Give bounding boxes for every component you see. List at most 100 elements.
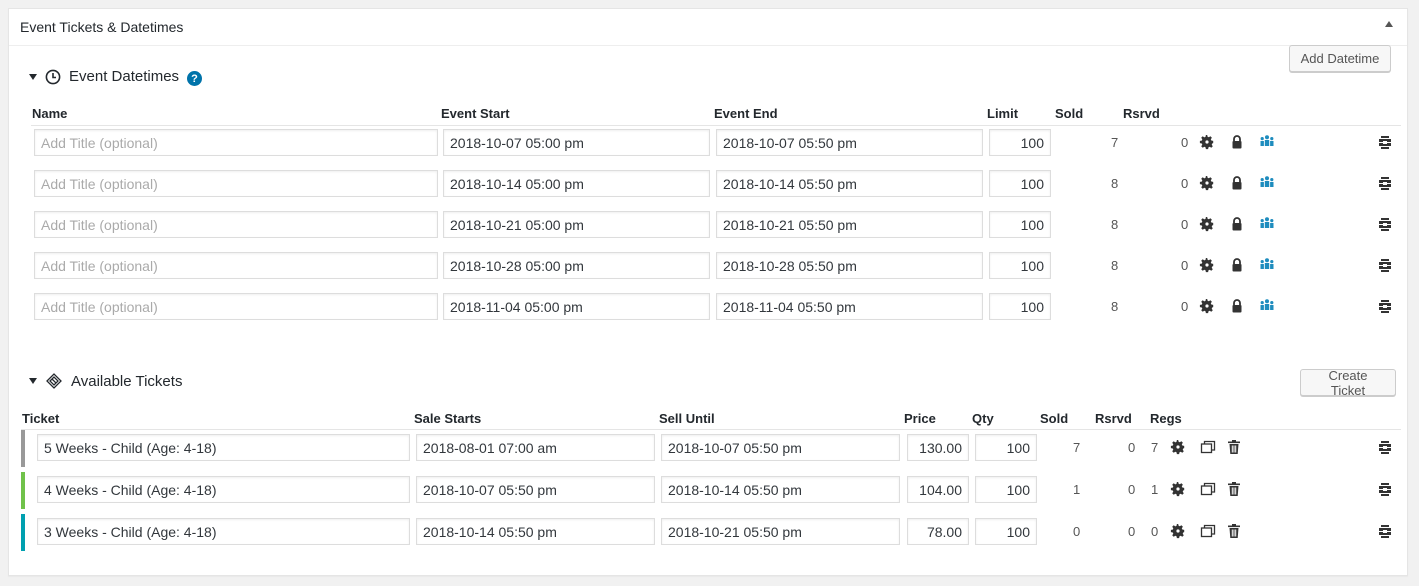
event-end-input[interactable] xyxy=(716,170,983,197)
reserved-count: 0 xyxy=(1181,176,1189,191)
datetimes-collapse-icon[interactable] xyxy=(29,73,37,80)
ticket-name-input[interactable] xyxy=(37,434,410,461)
event-start-input[interactable] xyxy=(443,252,710,279)
registrants-icon[interactable] xyxy=(1259,216,1275,232)
qty-input[interactable] xyxy=(975,476,1037,503)
event-start-input[interactable] xyxy=(443,170,710,197)
col-name: Name xyxy=(32,106,68,121)
drag-handle-icon[interactable] xyxy=(1377,298,1393,314)
gear-icon-svg xyxy=(1170,524,1185,539)
sell-until-input[interactable] xyxy=(661,434,900,461)
datetime-title-input[interactable] xyxy=(34,293,438,320)
event-end-input[interactable] xyxy=(716,211,983,238)
metabox-header[interactable]: Event Tickets & Datetimes xyxy=(9,9,1407,46)
reserved-count: 0 xyxy=(1181,217,1189,232)
datetimes-section-header: Event Datetimes ? xyxy=(29,67,203,86)
ticket-sold-count: 0 xyxy=(1073,524,1081,539)
gear-icon-svg xyxy=(1199,258,1214,273)
lock-icon-svg xyxy=(1232,176,1242,190)
sold-count: 8 xyxy=(1111,299,1119,314)
reserved-count: 0 xyxy=(1181,135,1189,150)
gear-icon[interactable] xyxy=(1199,298,1215,314)
registrants-icon[interactable] xyxy=(1259,257,1275,273)
lock-icon[interactable] xyxy=(1229,216,1245,232)
limit-input[interactable] xyxy=(989,129,1051,156)
lock-icon[interactable] xyxy=(1229,298,1245,314)
lock-icon[interactable] xyxy=(1229,175,1245,191)
limit-input[interactable] xyxy=(989,293,1051,320)
col-sold: Sold xyxy=(1055,106,1084,121)
datetimes-section-title: Event Datetimes xyxy=(69,68,180,85)
reserved-count: 0 xyxy=(1181,258,1189,273)
drag-handle-icon[interactable] xyxy=(1377,481,1393,497)
datetime-title-input[interactable] xyxy=(34,170,438,197)
gear-icon[interactable] xyxy=(1199,134,1215,150)
trash-icon[interactable] xyxy=(1226,481,1242,497)
lock-icon[interactable] xyxy=(1229,257,1245,273)
qty-input[interactable] xyxy=(975,434,1037,461)
sell-until-input[interactable] xyxy=(661,476,900,503)
sale-starts-input[interactable] xyxy=(416,434,655,461)
copy-icon[interactable] xyxy=(1200,523,1216,539)
drag-handle-icon[interactable] xyxy=(1377,216,1393,232)
datetime-title-input[interactable] xyxy=(34,129,438,156)
sale-starts-input[interactable] xyxy=(416,518,655,545)
limit-input[interactable] xyxy=(989,170,1051,197)
registrants-icon-svg xyxy=(1260,258,1274,269)
tickets-icon xyxy=(45,372,63,390)
price-input[interactable] xyxy=(907,476,969,503)
trash-icon-svg xyxy=(1228,524,1240,538)
registrants-icon[interactable] xyxy=(1259,298,1275,314)
help-icon[interactable]: ? xyxy=(187,71,203,86)
collapse-toggle-icon[interactable] xyxy=(1385,21,1393,27)
add-datetime-button[interactable]: Add Datetime xyxy=(1289,45,1391,72)
event-end-input[interactable] xyxy=(716,252,983,279)
copy-icon-svg xyxy=(1200,440,1216,454)
gear-icon[interactable] xyxy=(1170,439,1186,455)
gear-icon[interactable] xyxy=(1199,175,1215,191)
qty-input[interactable] xyxy=(975,518,1037,545)
datetime-title-input[interactable] xyxy=(34,211,438,238)
drag-handle-icon[interactable] xyxy=(1377,134,1393,150)
copy-icon[interactable] xyxy=(1200,439,1216,455)
gear-icon[interactable] xyxy=(1170,523,1186,539)
drag-handle-icon[interactable] xyxy=(1377,439,1393,455)
ticket-name-input[interactable] xyxy=(37,476,410,503)
event-start-input[interactable] xyxy=(443,293,710,320)
event-end-input[interactable] xyxy=(716,293,983,320)
gear-icon[interactable] xyxy=(1199,257,1215,273)
limit-input[interactable] xyxy=(989,252,1051,279)
sale-starts-input[interactable] xyxy=(416,476,655,503)
sell-until-input[interactable] xyxy=(661,518,900,545)
registrations-count: 0 xyxy=(1151,524,1159,539)
event-start-input[interactable] xyxy=(443,129,710,156)
price-input[interactable] xyxy=(907,434,969,461)
drag-handle-icon[interactable] xyxy=(1377,523,1393,539)
tickets-collapse-icon[interactable] xyxy=(29,378,37,384)
col-event-end: Event End xyxy=(714,106,778,121)
limit-input[interactable] xyxy=(989,211,1051,238)
copy-icon-svg xyxy=(1200,482,1216,496)
lock-icon[interactable] xyxy=(1229,134,1245,150)
col-sell-until: Sell Until xyxy=(659,411,715,426)
trash-icon[interactable] xyxy=(1226,439,1242,455)
registrants-icon-svg xyxy=(1260,217,1274,228)
drag-handle-icon[interactable] xyxy=(1377,175,1393,191)
price-input[interactable] xyxy=(907,518,969,545)
event-end-input[interactable] xyxy=(716,129,983,156)
copy-icon[interactable] xyxy=(1200,481,1216,497)
drag-handle-icon[interactable] xyxy=(1377,257,1393,273)
trash-icon[interactable] xyxy=(1226,523,1242,539)
ticket-status-bar xyxy=(21,472,25,509)
gear-icon[interactable] xyxy=(1170,481,1186,497)
registrants-icon[interactable] xyxy=(1259,134,1275,150)
event-start-input[interactable] xyxy=(443,211,710,238)
gear-icon[interactable] xyxy=(1199,216,1215,232)
ticket-reserved-count: 0 xyxy=(1128,524,1136,539)
registrants-icon[interactable] xyxy=(1259,175,1275,191)
datetime-title-input[interactable] xyxy=(34,252,438,279)
create-ticket-button[interactable]: Create Ticket xyxy=(1300,368,1396,398)
ticket-name-input[interactable] xyxy=(37,518,410,545)
gear-icon-svg xyxy=(1199,176,1214,191)
drag-handle-icon-svg xyxy=(1379,300,1391,313)
